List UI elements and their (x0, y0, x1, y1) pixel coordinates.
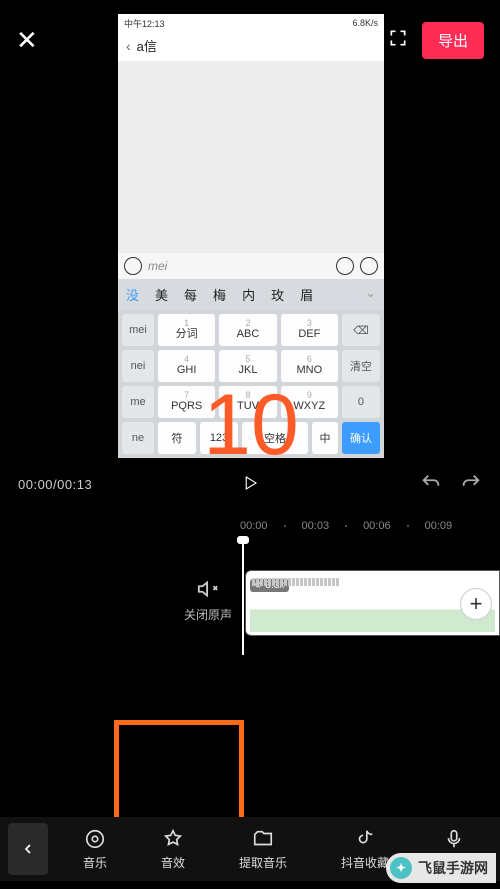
chat-input-row: ◡ mei ☺ + (118, 253, 384, 279)
zero-key[interactable]: 0 (342, 386, 380, 418)
backspace-key[interactable]: ⌫ (342, 314, 380, 346)
add-clip-button[interactable]: + (460, 588, 492, 620)
clear-key[interactable]: 清空 (342, 350, 380, 382)
chat-title: a信 (137, 36, 157, 55)
keyboard: mei 1分词 2ABC 3DEF ⌫ nei 4GHI 5JKL 6MNO 清… (118, 310, 384, 458)
status-time: 中午12:13 (124, 17, 165, 30)
emoji-icon[interactable]: ☺ (336, 257, 354, 275)
time-ruler[interactable]: 00:00 00:03 00:06 00:09 (0, 520, 500, 532)
time-display: 00:00/00:13 (18, 477, 92, 492)
toolbar-back-button[interactable] (8, 823, 48, 875)
tab-extract-music[interactable]: 提取音乐 (239, 828, 287, 871)
video-preview[interactable]: 中午12:13 6.8K/s ‹ a信 ◡ mei ☺ + 没 美 每 梅 内 … (118, 14, 384, 458)
playback-controls: 00:00/00:13 (0, 472, 500, 497)
fullscreen-icon[interactable] (388, 28, 408, 53)
timeline[interactable]: 关闭原声 ⟳ 3.3x + (0, 560, 500, 660)
undo-icon[interactable] (420, 472, 442, 497)
tab-sound-effect[interactable]: 音效 (161, 828, 185, 871)
watermark-text: 飞鼠手游网 (418, 858, 488, 878)
redo-icon[interactable] (460, 472, 482, 497)
candidate-row[interactable]: 没 美 每 梅 内 玫 眉 ⌄ (118, 279, 384, 310)
mute-original-button[interactable]: 关闭原声 (184, 578, 232, 623)
watermark-logo-icon: ✦ (390, 857, 412, 879)
export-button[interactable]: 导出 (422, 22, 484, 59)
chat-header: ‹ a信 (118, 32, 384, 62)
tab-music[interactable]: 音乐 (83, 828, 107, 871)
voice-icon[interactable]: ◡ (124, 257, 142, 275)
chat-back-icon[interactable]: ‹ (126, 38, 131, 54)
chat-body (118, 62, 384, 253)
chevron-down-icon[interactable]: ⌄ (357, 279, 384, 310)
pinyin-preview: mei (148, 259, 330, 273)
tab-douyin-fav[interactable]: 抖音收藏 (341, 828, 389, 871)
phone-status-bar: 中午12:13 6.8K/s (118, 14, 384, 32)
status-net: 6.8K/s (352, 18, 378, 28)
confirm-key[interactable]: 确认 (342, 422, 380, 454)
play-button[interactable] (241, 474, 259, 495)
side-key[interactable]: mei (122, 314, 154, 346)
close-button[interactable]: ✕ (16, 25, 38, 56)
plus-icon[interactable]: + (360, 257, 378, 275)
site-watermark: ✦ 飞鼠手游网 (386, 853, 496, 883)
